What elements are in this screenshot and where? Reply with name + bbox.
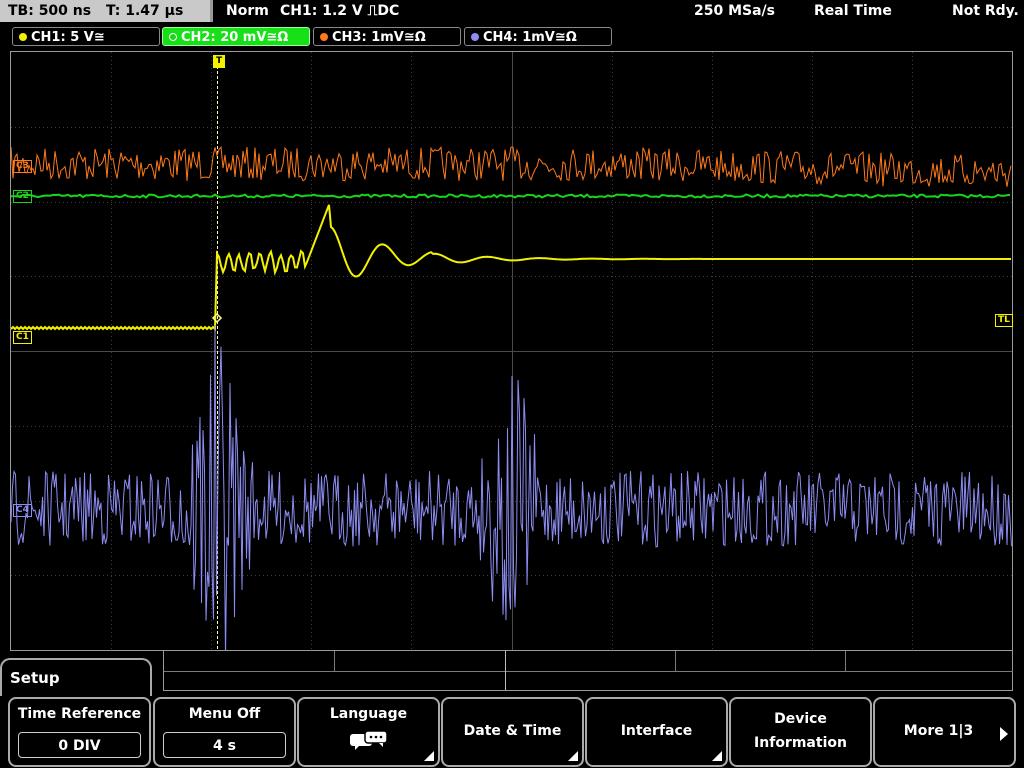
ch2-waveform: [11, 193, 1011, 199]
device-information-label-line1: Device: [774, 711, 827, 727]
trigger-time-value: T: 1.47 µs: [105, 3, 184, 19]
time-reference-label: Time Reference: [17, 706, 142, 722]
ch1-waveform: [11, 204, 1011, 332]
channel-tab-ch4[interactable]: CH4: 1mV≅Ω: [464, 27, 612, 46]
ch2-offset-marker[interactable]: C2: [13, 190, 32, 203]
status-bar: TB: 500 ns T: 1.47 µs Norm CH1: 1.2 V ⎍D…: [0, 0, 1024, 24]
more-button[interactable]: More 1|3: [873, 697, 1016, 767]
overview-strip: [163, 651, 1013, 691]
ch3-waveform: [11, 145, 1012, 187]
channel-tab-label: CH4: 1mV≅Ω: [483, 30, 577, 45]
submenu-corner-icon: [568, 751, 578, 761]
time-reference-button[interactable]: Time Reference 0 DIV: [8, 697, 151, 767]
ch4-indicator-icon: [471, 33, 479, 41]
device-information-button[interactable]: Device Information: [729, 697, 872, 767]
ch1-offset-marker[interactable]: C1: [13, 331, 32, 344]
timebase-box[interactable]: TB: 500 ns T: 1.47 µs: [0, 0, 213, 22]
overview-cell: [506, 651, 676, 672]
channel-tab-label: CH1: 5 V≅: [31, 30, 105, 45]
ch3-indicator-icon: [320, 33, 328, 41]
waveform-canvas: [11, 52, 1012, 650]
submenu-corner-icon: [424, 751, 434, 761]
channel-tab-label: CH2: 20 mV≅Ω: [181, 30, 289, 45]
language-button[interactable]: Language: [297, 697, 440, 767]
acquisition-mode: Real Time: [814, 3, 892, 19]
interface-label: Interface: [620, 723, 693, 739]
submenu-corner-icon: [712, 751, 722, 761]
ch4-waveform: [11, 324, 1012, 650]
ch2-indicator-icon: [169, 33, 177, 41]
trigger-info[interactable]: CH1: 1.2 V ⎍DC: [280, 0, 399, 22]
ch1-indicator-icon: [19, 33, 27, 41]
chevron-right-icon: [1000, 727, 1008, 741]
date-time-label: Date & Time: [463, 723, 562, 739]
overview-cell: [335, 651, 506, 672]
overview-cell: [164, 651, 335, 672]
more-label: More 1|3: [903, 723, 974, 739]
overview-cell: [846, 651, 1013, 672]
overview-cell: [676, 651, 846, 672]
acquisition-state: Not Rdy.: [952, 3, 1019, 19]
trigger-position-marker[interactable]: T: [213, 55, 226, 68]
ch3-offset-marker[interactable]: C3: [13, 160, 32, 173]
speech-bubble-icon: [350, 731, 388, 750]
device-information-label-line2: Information: [754, 735, 847, 751]
ch4-offset-marker[interactable]: C4: [13, 504, 32, 517]
channel-tab-ch2[interactable]: CH2: 20 mV≅Ω: [162, 27, 310, 46]
channel-tab-ch1[interactable]: CH1: 5 V≅: [12, 27, 160, 46]
timebase-value: TB: 500 ns: [8, 3, 92, 19]
language-label: Language: [329, 706, 408, 722]
menu-title-setup: Setup: [0, 658, 152, 698]
menu-off-button[interactable]: Menu Off 4 s: [153, 697, 296, 767]
menu-off-label: Menu Off: [188, 706, 261, 722]
time-reference-value: 0 DIV: [18, 732, 141, 758]
waveform-display[interactable]: C3 C2 C1 C4 TL T: [10, 51, 1013, 651]
trigger-mode[interactable]: Norm: [226, 0, 269, 22]
sample-rate: 250 MSa/s: [694, 3, 776, 19]
channel-tab-label: CH3: 1mV≅Ω: [332, 30, 426, 45]
channel-tab-ch3[interactable]: CH3: 1mV≅Ω: [313, 27, 461, 46]
trigger-level-marker[interactable]: TL: [995, 314, 1013, 327]
menu-off-value: 4 s: [163, 732, 286, 758]
overview-center-line: [505, 651, 506, 690]
interface-button[interactable]: Interface: [585, 697, 728, 767]
date-time-button[interactable]: Date & Time: [441, 697, 584, 767]
